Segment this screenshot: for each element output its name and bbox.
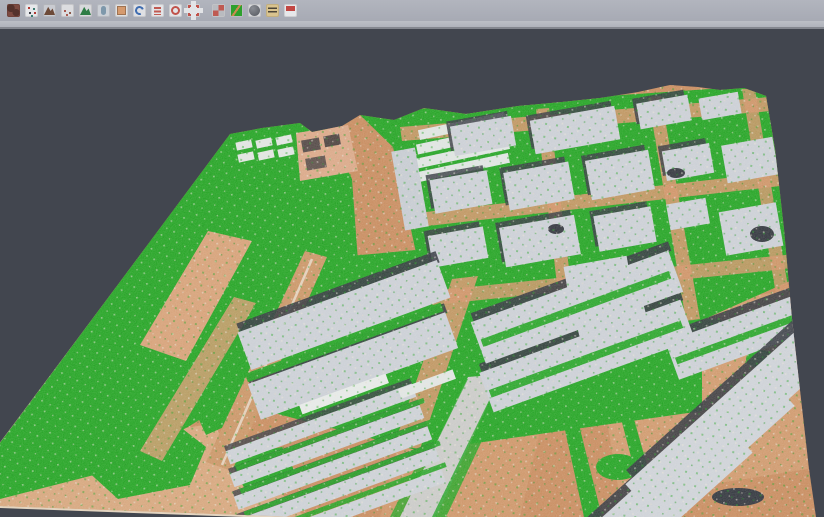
refresh-globe-icon[interactable] [133, 4, 146, 17]
low-points-icon[interactable] [61, 4, 74, 17]
noise-layer [0, 69, 824, 517]
red-list-icon[interactable] [151, 4, 164, 17]
classification-map-icon[interactable] [230, 4, 243, 17]
viewport-3d[interactable] [0, 29, 824, 517]
classified-points-icon[interactable] [25, 4, 38, 17]
scene-canvas [0, 29, 824, 517]
orange-tile-icon[interactable] [115, 4, 128, 17]
sphere-icon[interactable] [248, 4, 261, 17]
checker-select-icon[interactable] [212, 4, 225, 17]
red-circle-icon[interactable] [169, 4, 182, 17]
column-icon[interactable] [97, 4, 110, 17]
toolbar [0, 0, 824, 21]
red-frame-icon[interactable] [187, 4, 200, 17]
application-window [0, 0, 824, 517]
red-label-icon[interactable] [284, 4, 297, 17]
green-hill-icon[interactable] [79, 4, 92, 17]
terrain-patch-icon[interactable] [7, 4, 20, 17]
brown-hill-icon[interactable] [43, 4, 56, 17]
survey-marker-icon[interactable] [266, 4, 279, 17]
